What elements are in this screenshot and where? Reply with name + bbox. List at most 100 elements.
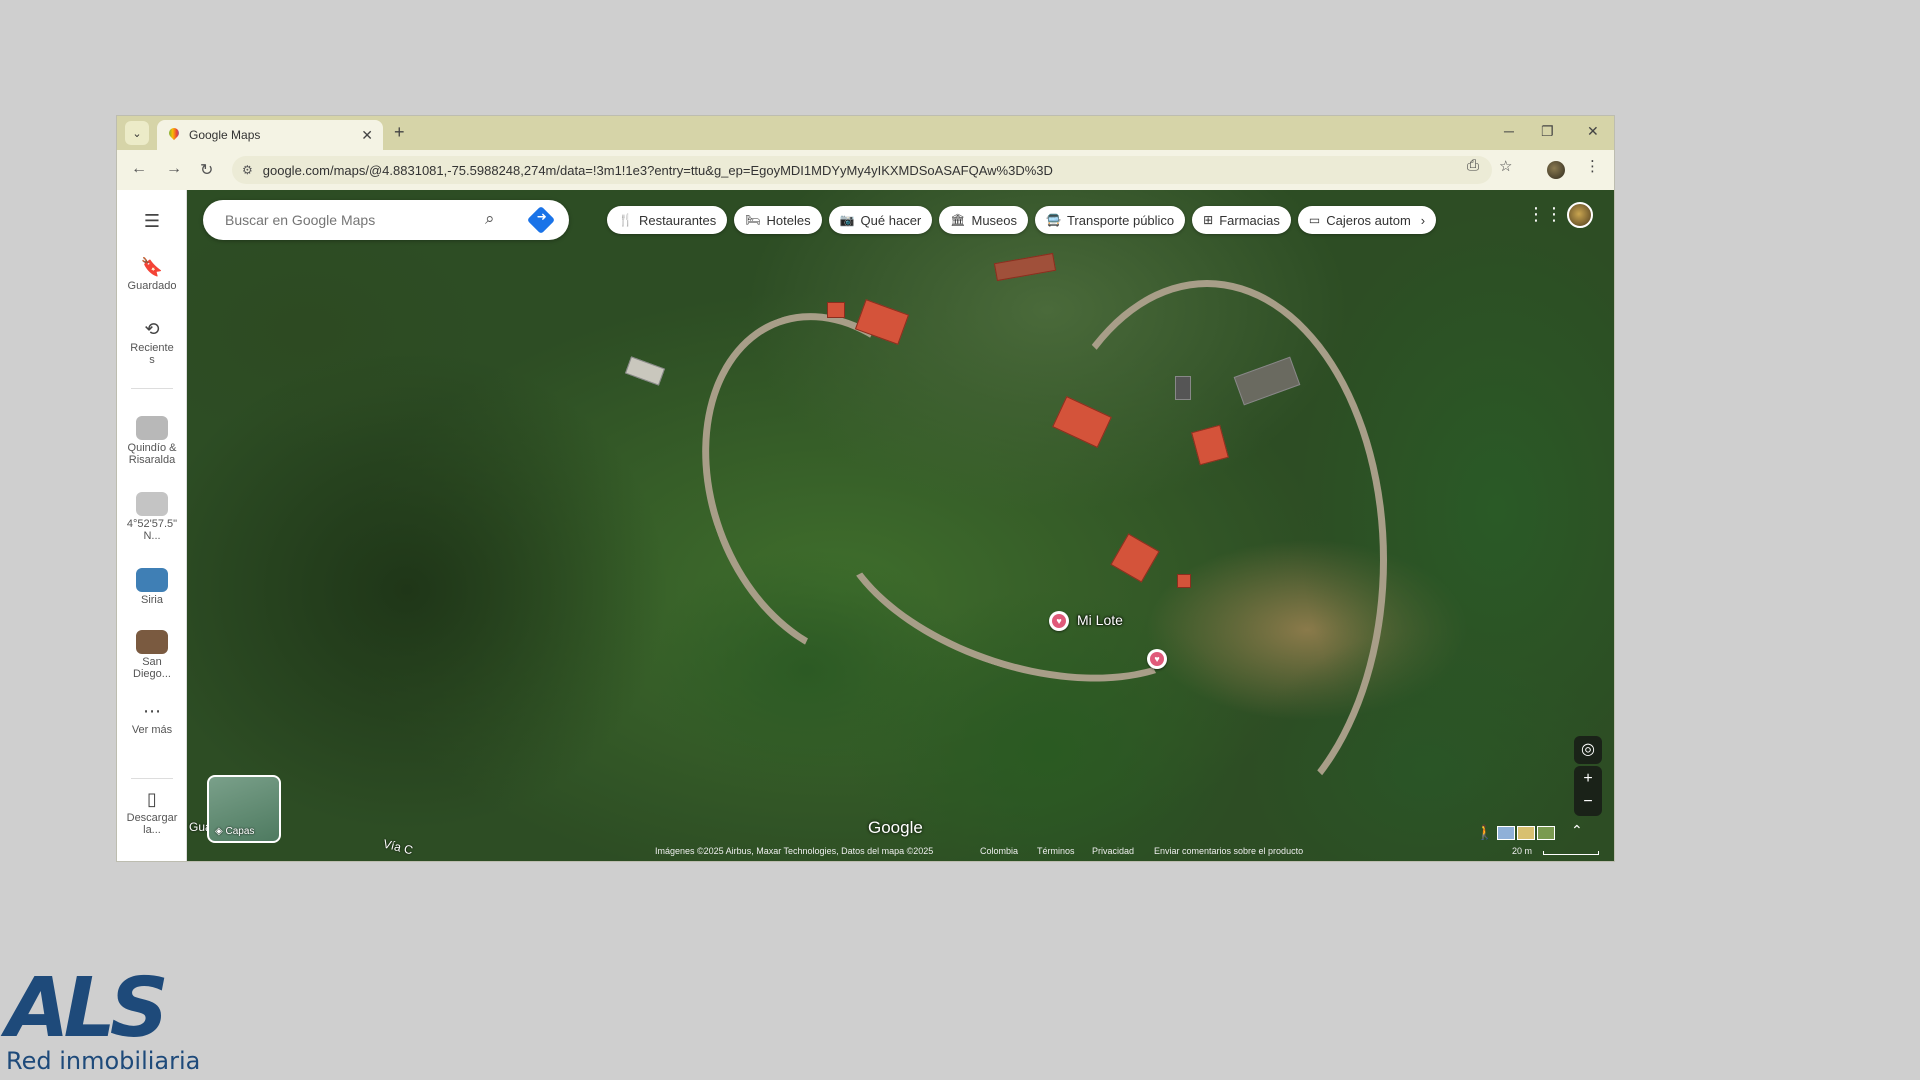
search-icon[interactable]: ⌕ xyxy=(485,209,495,229)
saved-button[interactable]: 🔖 Guardado xyxy=(117,256,187,292)
recent-place-4[interactable]: San Diego... xyxy=(117,630,187,680)
chevron-right-icon[interactable]: › xyxy=(1421,213,1425,228)
zoom-control: + − xyxy=(1574,766,1602,816)
google-logo: Google xyxy=(868,818,923,837)
camera-icon: 📷 xyxy=(839,213,855,227)
layers-button[interactable]: ◈ Capas xyxy=(207,775,281,843)
address-bar[interactable]: ⚙ google.com/maps/@4.8831081,-75.5988248… xyxy=(232,156,1492,184)
map-type-swatch[interactable] xyxy=(1497,826,1515,840)
zoom-in-button[interactable]: + xyxy=(1574,766,1602,791)
history-icon: ⟲ xyxy=(144,319,160,339)
my-location-button[interactable]: ◎ xyxy=(1574,736,1602,764)
house-roof xyxy=(827,302,845,318)
imagery-credit: Imágenes ©2025 Airbus, Maxar Technologie… xyxy=(655,846,934,856)
forward-icon[interactable]: → xyxy=(166,160,182,178)
chip-label: Restaurantes xyxy=(638,212,717,228)
chip-transporte[interactable]: 🚍 Transporte público xyxy=(1035,206,1186,234)
expand-up-icon[interactable]: ⌃ xyxy=(1571,822,1583,839)
chip-label: Transporte público xyxy=(1066,212,1175,228)
phone-icon: ▯ xyxy=(147,789,157,809)
tab-title: Google Maps xyxy=(189,128,261,142)
logo-tagline: Red inmobiliaria xyxy=(6,1047,201,1075)
category-chips: 🍴 Restaurantes 🛏 Hoteles 📷 Qué hacer 🏛 Museo… xyxy=(607,206,1437,234)
back-icon[interactable]: ← xyxy=(131,160,147,178)
feedback-link[interactable]: Enviar comentarios sobre el producto xyxy=(1154,846,1303,856)
chip-label: Qué hacer xyxy=(860,212,922,228)
chip-hoteles[interactable]: 🛏 Hoteles xyxy=(734,206,822,234)
recent-place-1[interactable]: Quindío & Risaralda xyxy=(117,416,187,466)
marker-label[interactable]: Mi Lote xyxy=(1077,612,1123,628)
tab-search-button[interactable]: ⌄ xyxy=(125,121,149,145)
scale-bar[interactable] xyxy=(1543,851,1599,855)
restaurant-icon: 🍴 xyxy=(618,213,633,227)
recent-place-label: Siria xyxy=(140,594,163,606)
profile-avatar[interactable] xyxy=(1547,161,1565,179)
recents-button[interactable]: ⟲ Reciente s xyxy=(117,318,187,366)
saved-place-marker[interactable]: ♥ xyxy=(1147,649,1167,669)
chip-cajeros[interactable]: ▭ Cajeros autom › xyxy=(1297,206,1437,234)
url-text[interactable]: google.com/maps/@4.8831081,-75.5988248,2… xyxy=(263,163,1053,178)
rail-divider xyxy=(131,388,173,389)
chip-label: Hoteles xyxy=(766,212,811,228)
rail-divider xyxy=(131,778,173,779)
reload-icon[interactable]: ↻ xyxy=(200,160,213,180)
logo-mark: ALS xyxy=(6,961,169,1056)
layers-label: Capas xyxy=(225,826,255,837)
road xyxy=(1027,280,1387,840)
browser-menu-icon[interactable]: ⋮ xyxy=(1585,157,1600,175)
house-roof xyxy=(993,252,1057,282)
saved-label: Guardado xyxy=(127,280,177,292)
map-type-swatches[interactable] xyxy=(1497,826,1555,840)
location-target-icon: ◎ xyxy=(1581,741,1595,758)
menu-button[interactable]: ☰ xyxy=(117,210,187,232)
search-input[interactable] xyxy=(225,212,465,228)
chip-museos[interactable]: 🏛 Museos xyxy=(939,206,1029,234)
als-logo: ALS Red inmobiliaria xyxy=(6,961,216,1075)
recent-place-label: San Diego... xyxy=(133,656,171,680)
zoom-out-button[interactable]: − xyxy=(1574,791,1602,816)
chip-restaurantes[interactable]: 🍴 Restaurantes xyxy=(607,206,728,234)
minimize-button[interactable]: ─ xyxy=(1504,123,1514,139)
chip-label: Museos xyxy=(971,212,1018,228)
recent-place-2[interactable]: 4°52'57.5" N... xyxy=(117,492,187,542)
tab-close-icon[interactable]: ✕ xyxy=(361,127,373,144)
satellite-map[interactable]: ⌕ 🍴 Restaurantes 🛏 Hoteles 📷 Qué hacer 🏛 Mus… xyxy=(187,190,1614,861)
map-type-swatch[interactable] xyxy=(1537,826,1555,840)
scale-label[interactable]: 20 m xyxy=(1512,846,1532,856)
shed-roof xyxy=(625,356,665,386)
place-thumbnail xyxy=(136,416,168,440)
recent-place-3[interactable]: Siria xyxy=(117,568,187,606)
street-view-pegman-icon[interactable]: 🚶 xyxy=(1476,824,1493,841)
terms-link[interactable]: Términos xyxy=(1037,846,1075,856)
maps-favicon-icon xyxy=(167,128,181,142)
browser-window: ⌄ Google Maps ✕ + ─ ❐ ✕ ← → ↻ ⚙ google.c… xyxy=(117,116,1614,861)
account-avatar[interactable] xyxy=(1567,202,1593,228)
download-app-button[interactable]: ▯ Descargar la... xyxy=(117,788,187,836)
chip-label: Cajeros autom xyxy=(1326,212,1411,228)
heart-icon: ♥ xyxy=(1150,652,1164,666)
map-type-swatch[interactable] xyxy=(1517,826,1535,840)
bookmark-star-icon[interactable]: ☆ xyxy=(1499,157,1512,175)
country-link[interactable]: Colombia xyxy=(980,846,1018,856)
search-box[interactable]: ⌕ xyxy=(203,200,569,240)
recent-place-label: 4°52'57.5" N... xyxy=(126,518,178,542)
bookmark-icon: 🔖 xyxy=(140,257,164,277)
recent-place-label: Quindío & Risaralda xyxy=(127,442,177,466)
download-label: Descargar la... xyxy=(126,812,178,836)
directions-icon[interactable] xyxy=(526,205,556,235)
close-window-button[interactable]: ✕ xyxy=(1587,123,1599,140)
bus-icon: 🚍 xyxy=(1046,213,1061,227)
house-roof xyxy=(1177,574,1191,588)
new-tab-button[interactable]: + xyxy=(394,122,405,143)
site-info-icon[interactable]: ⚙ xyxy=(242,163,253,177)
chip-que-hacer[interactable]: 📷 Qué hacer xyxy=(828,206,933,234)
place-thumbnail xyxy=(136,492,168,516)
restore-button[interactable]: ❐ xyxy=(1541,123,1554,140)
maps-side-rail: ☰ 🔖 Guardado ⟲ Reciente s Quindío & Risa… xyxy=(117,190,187,861)
saved-place-marker[interactable]: ♥ xyxy=(1049,611,1069,631)
tab-google-maps[interactable]: Google Maps ✕ xyxy=(157,120,383,150)
privacy-link[interactable]: Privacidad xyxy=(1092,846,1134,856)
install-app-icon[interactable]: ⎙ xyxy=(1467,157,1479,174)
chip-farmacias[interactable]: ⊞ Farmacias xyxy=(1192,206,1291,234)
more-button[interactable]: ⋯ Ver más xyxy=(117,700,187,736)
